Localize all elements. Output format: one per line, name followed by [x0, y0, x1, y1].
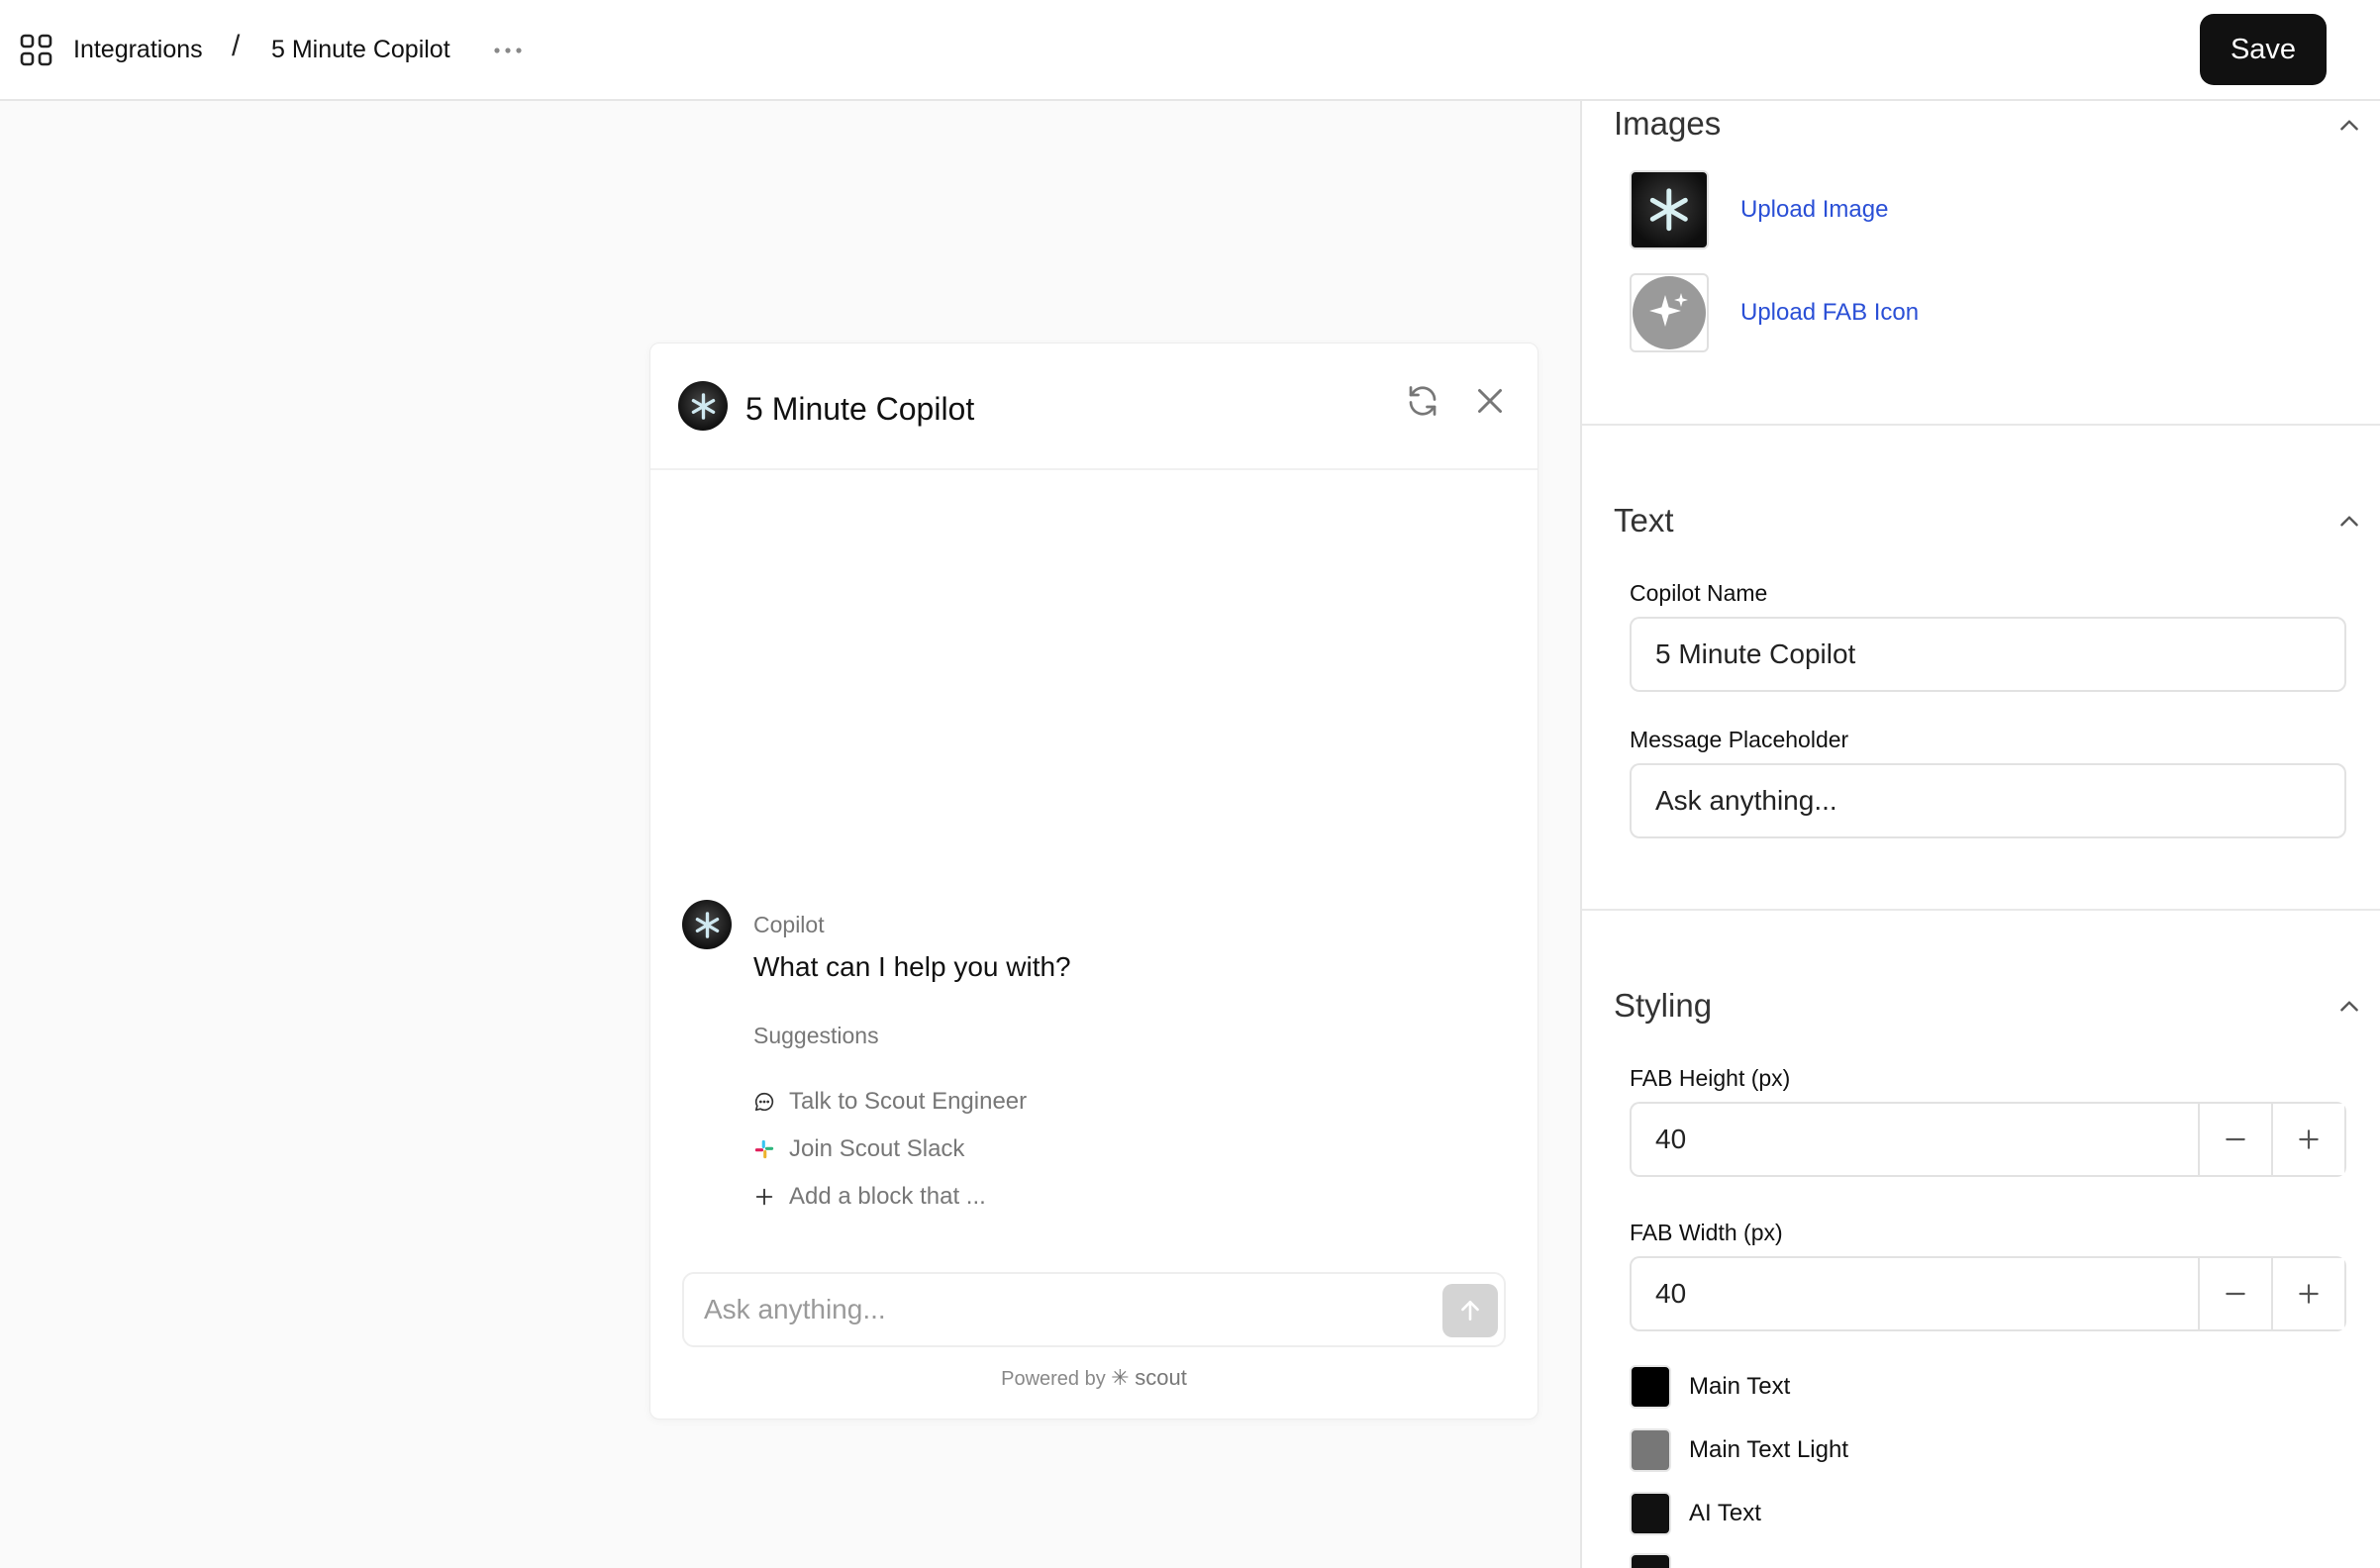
refresh-icon[interactable] — [1405, 383, 1440, 419]
color-label: AI Text — [1689, 1500, 1761, 1526]
message-sender: Copilot — [753, 912, 825, 937]
fab-icon-circle — [1633, 276, 1706, 349]
chevron-up-icon[interactable] — [2336, 509, 2362, 535]
scout-logo-icon: ✳ — [1111, 1365, 1130, 1390]
copilot-preview-card: 5 Minute Copilot Copilot What can I help… — [649, 343, 1538, 1420]
upload-image-link[interactable]: Upload Image — [1740, 196, 1888, 224]
send-button[interactable] — [1442, 1284, 1498, 1337]
color-swatch[interactable] — [1630, 1365, 1671, 1409]
plus-icon — [2299, 1284, 2319, 1304]
fab-width-increment-button[interactable] — [2271, 1258, 2344, 1329]
powered-by-footer: Powered by ✳ scout — [650, 1365, 1537, 1391]
fab-height-decrement-button[interactable] — [2198, 1104, 2271, 1175]
sparkle-icon — [1649, 293, 1688, 327]
chevron-up-icon[interactable] — [2336, 994, 2362, 1020]
message-avatar-icon — [682, 900, 732, 949]
section-title-images: Images — [1614, 105, 1722, 142]
more-options-icon[interactable] — [491, 34, 525, 67]
suggestion-add-block[interactable]: Add a block that ... — [753, 1179, 986, 1215]
breadcrumb-integrations[interactable]: Integrations — [73, 33, 203, 66]
slack-icon — [754, 1139, 774, 1159]
breadcrumb-current: 5 Minute Copilot — [271, 36, 450, 63]
apps-grid-icon[interactable] — [20, 34, 53, 67]
color-swatch[interactable] — [1630, 1428, 1671, 1472]
fab-height-increment-button[interactable] — [2271, 1104, 2344, 1175]
color-ai-text[interactable]: AI Text — [1630, 1491, 1761, 1536]
close-icon[interactable] — [1472, 383, 1508, 419]
chat-title: 5 Minute Copilot — [745, 391, 975, 427]
suggestion-join-slack[interactable]: Join Scout Slack — [753, 1131, 964, 1167]
chat-input[interactable] — [684, 1274, 1437, 1345]
upload-fab-icon-link[interactable]: Upload FAB Icon — [1740, 299, 1919, 327]
fab-height-label: FAB Height (px) — [1630, 1065, 1791, 1091]
powered-by-brand: scout — [1135, 1365, 1187, 1390]
color-next-item[interactable] — [1630, 1552, 1689, 1568]
save-button[interactable]: Save — [2200, 14, 2327, 85]
chevron-up-icon[interactable] — [2336, 113, 2362, 139]
copilot-name-label: Copilot Name — [1630, 580, 1768, 606]
plus-icon — [2299, 1129, 2319, 1149]
section-title-styling: Styling — [1614, 987, 1713, 1024]
suggestion-label: Add a block that ... — [789, 1183, 986, 1210]
fab-icon-thumbnail — [1630, 273, 1709, 352]
color-swatch[interactable] — [1630, 1492, 1671, 1535]
suggestions-title: Suggestions — [753, 1023, 879, 1048]
top-bar: Integrations / 5 Minute Copilot Save — [0, 0, 2380, 101]
copilot-name-field[interactable] — [1630, 617, 2346, 692]
section-divider — [1582, 424, 2380, 426]
section-title-text: Text — [1614, 502, 1674, 539]
fab-width-decrement-button[interactable] — [2198, 1258, 2271, 1329]
fab-height-stepper — [1630, 1102, 2346, 1177]
chat-input-container — [682, 1272, 1506, 1347]
chat-header: 5 Minute Copilot — [650, 343, 1537, 470]
settings-panel: Images Upload Image Upload FAB Icon Text… — [1580, 101, 2380, 1568]
arrow-up-icon — [1461, 1301, 1479, 1321]
asterisk-logo-icon — [1650, 188, 1688, 232]
fab-height-input[interactable] — [1632, 1104, 2198, 1175]
color-label: Main Text — [1689, 1373, 1791, 1400]
copilot-avatar-icon — [678, 381, 728, 431]
fab-width-label: FAB Width (px) — [1630, 1220, 1783, 1245]
color-main-text[interactable]: Main Text — [1630, 1364, 1790, 1410]
suggestion-label: Join Scout Slack — [789, 1135, 965, 1162]
fab-width-input[interactable] — [1632, 1258, 2198, 1329]
suggestion-label: Talk to Scout Engineer — [789, 1088, 1028, 1115]
chat-bubble-icon — [754, 1092, 774, 1112]
color-label: Main Text Light — [1689, 1436, 1848, 1463]
color-main-text-light[interactable]: Main Text Light — [1630, 1427, 1848, 1473]
breadcrumb-separator: / — [232, 30, 241, 62]
minus-icon — [2226, 1292, 2245, 1296]
plus-icon — [755, 1188, 773, 1206]
section-divider — [1582, 909, 2380, 911]
fab-width-stepper — [1630, 1256, 2346, 1331]
color-swatch[interactable] — [1630, 1553, 1671, 1568]
message-placeholder-label: Message Placeholder — [1630, 727, 1849, 752]
message-text: What can I help you with? — [753, 951, 1071, 982]
suggestion-talk-to-engineer[interactable]: Talk to Scout Engineer — [753, 1084, 1027, 1120]
minus-icon — [2226, 1137, 2245, 1141]
message-placeholder-field[interactable] — [1630, 763, 2346, 838]
powered-by-text: Powered by — [1001, 1368, 1106, 1390]
copilot-image-thumbnail — [1630, 170, 1709, 249]
